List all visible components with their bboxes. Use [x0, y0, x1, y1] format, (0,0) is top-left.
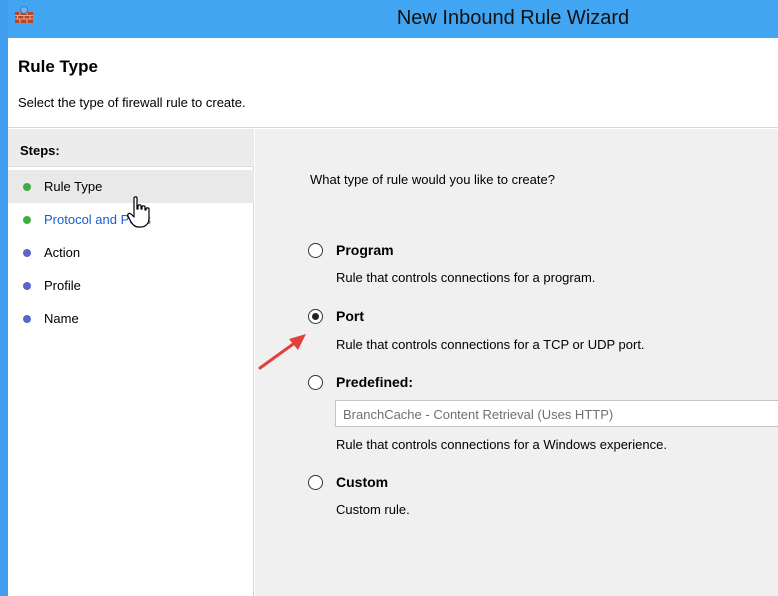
- window-title: New Inbound Rule Wizard: [396, 7, 630, 29]
- page-title: Rule Type: [18, 57, 98, 76]
- predefined-radio[interactable]: [308, 375, 323, 390]
- step-label: Profile: [44, 278, 81, 293]
- step-label: Name: [44, 311, 79, 326]
- predefined-label[interactable]: Predefined:: [336, 374, 413, 390]
- program-radio[interactable]: [308, 243, 323, 258]
- wizard-window: New Inbound Rule Wizard Rule Type Select…: [0, 0, 778, 596]
- title-bar[interactable]: New Inbound Rule Wizard: [8, 0, 778, 38]
- annotation-arrow-icon: [258, 334, 306, 370]
- custom-radio[interactable]: [308, 475, 323, 490]
- port-radio[interactable]: [308, 309, 323, 324]
- port-label[interactable]: Port: [336, 308, 364, 324]
- program-label[interactable]: Program: [336, 242, 394, 258]
- hand-cursor-icon: [127, 196, 150, 228]
- predefined-description: Rule that controls connections for a Win…: [336, 437, 667, 452]
- step-status-icon: [23, 282, 31, 290]
- predefined-select[interactable]: BranchCache - Content Retrieval (Uses HT…: [335, 400, 778, 427]
- step-status-icon: [23, 183, 31, 191]
- predefined-select-value: BranchCache - Content Retrieval (Uses HT…: [343, 407, 614, 422]
- step-action[interactable]: Action: [8, 236, 254, 269]
- steps-header-label: Steps:: [20, 143, 60, 158]
- custom-description: Custom rule.: [336, 502, 410, 517]
- port-description: Rule that controls connections for a TCP…: [336, 337, 645, 352]
- step-status-icon: [23, 249, 31, 257]
- step-name[interactable]: Name: [8, 302, 254, 335]
- step-status-icon: [23, 216, 31, 224]
- content-pane: What type of rule would you like to crea…: [255, 129, 778, 596]
- step-label: Action: [44, 245, 81, 260]
- program-description: Rule that controls connections for a pro…: [336, 270, 596, 285]
- step-profile[interactable]: Profile: [8, 269, 254, 302]
- step-status-icon: [23, 315, 31, 323]
- step-label: Rule Type: [44, 179, 103, 194]
- steps-header: Steps:: [8, 129, 254, 167]
- question-text: What type of rule would you like to crea…: [310, 172, 555, 187]
- page-subtitle: Select the type of firewall rule to crea…: [18, 95, 246, 110]
- custom-label[interactable]: Custom: [336, 474, 388, 490]
- radio-selected-dot: [312, 313, 319, 320]
- wizard-header: Rule Type Select the type of firewall ru…: [8, 38, 778, 128]
